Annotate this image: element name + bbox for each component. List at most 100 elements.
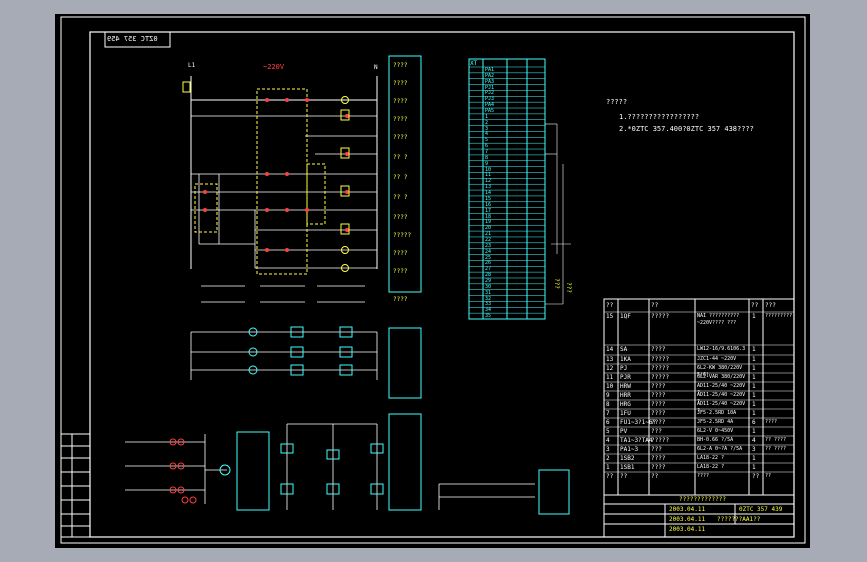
bom-cell-name: ???? (651, 392, 666, 399)
bom-cell-code: PJR (620, 374, 631, 381)
bom-cell-code: 1SB2 (620, 455, 635, 462)
bom-cell-qty: 4 (752, 437, 756, 444)
bom-cell-code: HRW (620, 383, 631, 390)
notes-title: ????? (606, 98, 628, 106)
bom-cell-note: ????????? (765, 313, 793, 319)
meter-label-box (388, 327, 422, 399)
relay-label: ????? (393, 232, 412, 239)
drawing-sheet: 0ZTC 357 459 ~220V L1 N ????????????????… (55, 14, 810, 548)
left-margin-table (60, 433, 91, 538)
bom-cell-no: 11 (606, 374, 614, 381)
bom-cell-no: 4 (606, 437, 610, 444)
bom-cell-no: 9 (606, 392, 610, 399)
bom-cell-code: 1SB1 (620, 464, 635, 471)
mirrored-drawing-number: 0ZTC 357 459 (107, 35, 158, 43)
bom-cell-qty: 1 (752, 410, 756, 417)
bom-cell-spec: LA18-22 ? (697, 455, 725, 461)
title-sheet: ???????AA1?? (717, 516, 761, 523)
bom-cell-name: ????? (651, 365, 670, 372)
meter-circuit (190, 331, 378, 380)
bom-cell-no: 14 (606, 346, 614, 353)
terminal-leads (545, 123, 571, 305)
terminal-strip-frame (468, 58, 546, 320)
title-date-2: 2003.04.11 (669, 516, 706, 523)
bom-cell-no: 6 (606, 419, 610, 426)
bom-cell-qty: 1 (752, 464, 756, 471)
notes-line-2: 2.*0ZTC 357.400?0ZTC 357 438???? (619, 125, 754, 133)
lower-relay-circuit (286, 423, 378, 510)
relay-label: ???? (393, 296, 408, 303)
bom-cell-name: ????? (651, 437, 670, 444)
aux-contacts (201, 285, 365, 303)
terminal-row-label: 35 (485, 313, 492, 320)
bom-cell-code: TA1~3?TA4 (620, 437, 653, 444)
bom-cell-spec: LA18-22 ? (697, 464, 725, 470)
bom-cell-name: ????? (651, 374, 670, 381)
bom-cell-spec: BH-0.66 ?/5A (697, 437, 734, 443)
bom-cell-code: ?? (620, 473, 628, 480)
bom-cell-name: ???? (651, 419, 666, 426)
relay-label: ???? (393, 80, 408, 87)
bom-cell-qty: 1 (752, 401, 756, 408)
bom-cell-no: 3 (606, 446, 610, 453)
fuse-1fu (182, 81, 191, 93)
bom-cell-code: 1KA (620, 356, 631, 363)
relay-label: ???? (393, 250, 408, 257)
bom-cell-qty: 1 (752, 383, 756, 390)
bom-cell-name: ?? (651, 473, 659, 480)
bom-cell-qty: 1 (752, 374, 756, 381)
title-project: ????????????? (679, 496, 726, 503)
bom-cell-code: SA (620, 346, 628, 353)
bom-cell-code: PA1~3 (620, 446, 639, 453)
title-date-1: 2003.04.11 (669, 506, 706, 513)
relay-label: ???? (393, 134, 408, 141)
bom-cell-spec: LW12-16/9.6106.3 (697, 346, 746, 352)
bom-cell-no: 1 (606, 464, 610, 471)
bom-cell-code: 1FU (620, 410, 631, 417)
voltage-label: ~220V (263, 63, 285, 71)
bom-cell-spec: 6L2-A 0~?A ?/5A (697, 446, 743, 452)
meters (248, 326, 353, 376)
bom-cell-qty: ?? (752, 473, 760, 480)
bom-cell-name: ??? (651, 446, 662, 453)
bom-cell-no: 15 (606, 313, 614, 320)
relay-label: ???? (393, 116, 408, 123)
bom-cell-no: 13 (606, 356, 614, 363)
bom-cell-code: PJ (620, 365, 628, 372)
bom-cell-qty: 1 (752, 313, 756, 320)
bom-cell-code: 1QF (620, 313, 631, 320)
ct-coils (169, 438, 197, 504)
bom-cell-no: 7 (606, 410, 610, 417)
bom-cell-name: ????? (651, 313, 670, 320)
ct-circuit (125, 434, 227, 504)
lower-relays (280, 443, 384, 495)
bom-cell-spec: 6L2-V 0~450V (697, 428, 734, 434)
title-drawing-no: 0ZTC 357 439 (739, 506, 783, 513)
bom-cell-name: ???? (651, 383, 666, 390)
bom-cell-no: 8 (606, 401, 610, 408)
bom-cell-name: ???? (651, 410, 666, 417)
bom-cell-no: 10 (606, 383, 614, 390)
bom-cell-name: ???? (651, 346, 666, 353)
heater-circuit (438, 483, 535, 510)
bom-cell-no: ?? (606, 473, 614, 480)
bom-cell-qty: 1 (752, 346, 756, 353)
bom-cell-qty: 1 (752, 356, 756, 363)
node-n: N (374, 64, 378, 71)
bom-header-note: ??? (765, 302, 776, 309)
relay-label: ?? ? (393, 194, 408, 201)
contact-points (203, 98, 349, 252)
relay-label: ???? (393, 98, 408, 105)
bom-cell-no: 5 (606, 428, 610, 435)
bom-cell-qty: 1 (752, 365, 756, 372)
bom-header-qty: ?? (751, 302, 759, 309)
bom-cell-code: HRR (620, 392, 631, 399)
bom-cell-name: ????? (651, 356, 670, 363)
bom-cell-spec: JZC1-44 ~220V (697, 356, 737, 362)
ct-label-box (236, 431, 270, 511)
relay-label: ???? (393, 214, 408, 221)
relay-label: ???? (393, 268, 408, 275)
relay-label: ?? ? (393, 154, 408, 161)
bom-cell-name: ???? (651, 401, 666, 408)
bom-cell-no: 12 (606, 365, 614, 372)
